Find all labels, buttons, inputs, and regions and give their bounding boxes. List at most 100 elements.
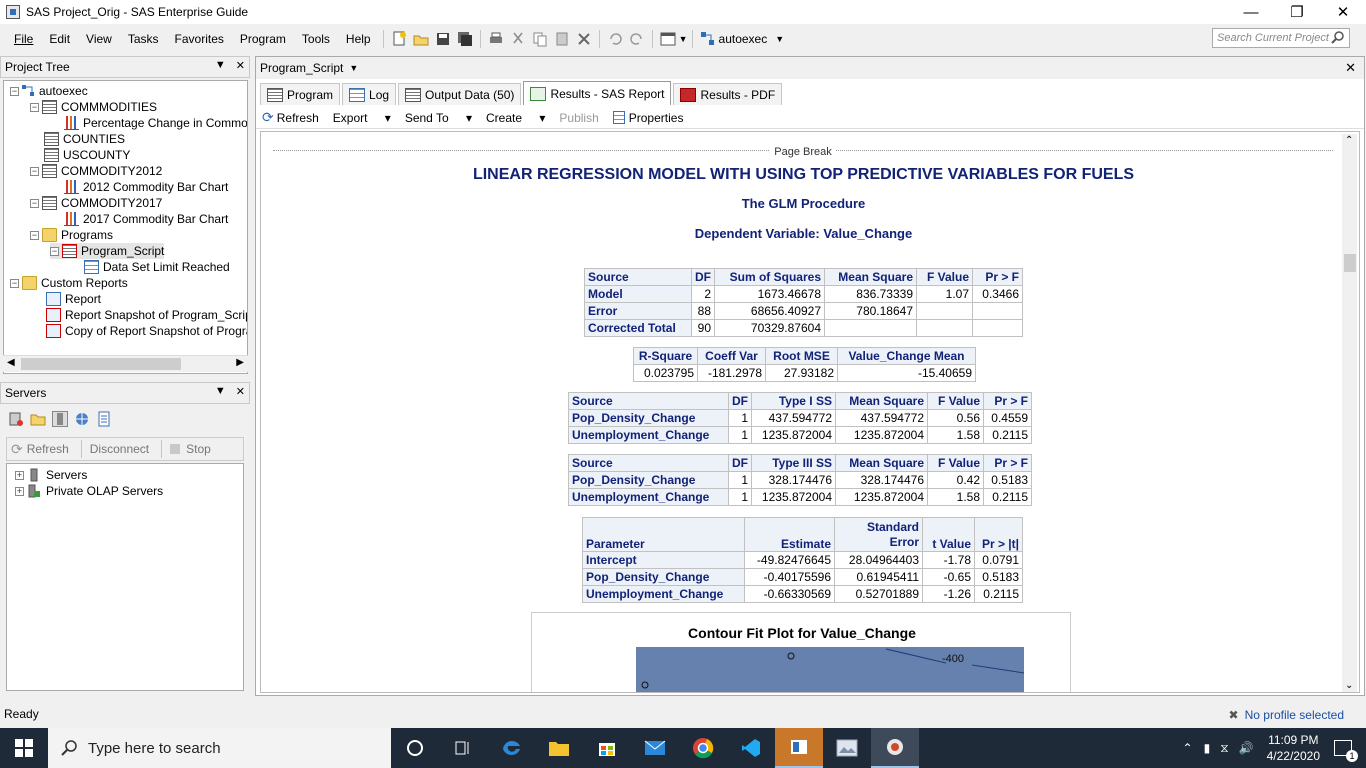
menu-view[interactable]: View	[78, 32, 120, 46]
tab-output-data[interactable]: Output Data (50)	[398, 83, 522, 105]
redo-icon[interactable]	[629, 31, 645, 47]
tree-item-2012-chart[interactable]: 2012 Commodity Bar Chart	[64, 179, 228, 195]
document-title[interactable]: Program_Script	[260, 61, 343, 75]
start-button[interactable]	[0, 728, 48, 768]
menu-program[interactable]: Program	[232, 32, 294, 46]
tree-item-data-set-limit[interactable]: Data Set Limit Reached	[84, 259, 230, 275]
volume-icon[interactable]: 🔊	[1239, 741, 1254, 755]
close-button[interactable]: ✕	[1320, 0, 1366, 24]
globe-icon[interactable]	[74, 411, 90, 427]
maximize-button[interactable]: ❐	[1274, 0, 1320, 24]
cortana-icon[interactable]	[391, 728, 439, 768]
clock[interactable]: 11:09 PM 4/22/2020	[1267, 732, 1320, 764]
report-send-to-button[interactable]: Send To ▾	[405, 111, 472, 125]
cut-icon[interactable]	[510, 31, 526, 47]
menu-tasks[interactable]: Tasks	[120, 32, 167, 46]
servers-disconnect-button[interactable]: Disconnect	[90, 442, 149, 456]
wifi-icon[interactable]: ⧖	[1220, 741, 1228, 756]
tree-item-commodity2017[interactable]: − COMMODITY2017	[30, 195, 162, 211]
tree-item-2017-chart[interactable]: 2017 Commodity Bar Chart	[64, 211, 228, 227]
battery-icon[interactable]: ▮	[1204, 741, 1211, 755]
tree-item-commodity2012[interactable]: − COMMODITY2012	[30, 163, 162, 179]
file-explorer-icon[interactable]	[535, 728, 583, 768]
menu-file[interactable]: File	[6, 32, 41, 46]
tree-item-programs[interactable]: − Programs	[30, 227, 113, 243]
paste-icon[interactable]	[554, 31, 570, 47]
close-icon[interactable]: ✕	[236, 385, 245, 398]
collapse-icon[interactable]: −	[30, 198, 39, 208]
server-list-icon[interactable]	[8, 411, 24, 427]
menu-edit[interactable]: Edit	[41, 32, 78, 46]
server-icon[interactable]	[52, 411, 68, 427]
mail-icon[interactable]	[631, 728, 679, 768]
chrome-icon[interactable]	[679, 728, 727, 768]
menu-tools[interactable]: Tools	[294, 32, 338, 46]
expand-icon[interactable]: +	[15, 486, 24, 496]
scrollbar-thumb[interactable]	[1344, 254, 1356, 272]
window-layout-icon[interactable]	[660, 31, 676, 47]
tree-item-custom-reports[interactable]: − Custom Reports	[10, 275, 128, 291]
chevron-down-icon[interactable]: ▼	[215, 59, 226, 72]
tree-item-program-script[interactable]: − Program_Script	[50, 243, 165, 259]
save-icon[interactable]	[435, 31, 451, 47]
tree-item-percentage-change[interactable]: Percentage Change in Commodity	[64, 115, 247, 131]
scroll-down-icon[interactable]: ⌄	[1345, 680, 1353, 691]
menu-favorites[interactable]: Favorites	[167, 32, 232, 46]
tree-item-report-snapshot[interactable]: Report Snapshot of Program_Script	[46, 307, 247, 323]
folder-icon[interactable]	[30, 411, 46, 427]
report-export-button[interactable]: Export ▾	[333, 111, 391, 125]
taskbar-search-input[interactable]: Type here to search	[48, 728, 391, 768]
sas-eg-taskbar-icon[interactable]	[775, 728, 823, 768]
tree-item-autoexec[interactable]: − autoexec	[10, 83, 88, 99]
collapse-icon[interactable]: −	[30, 230, 39, 240]
edge-icon[interactable]	[487, 728, 535, 768]
vscode-icon[interactable]	[727, 728, 775, 768]
collapse-icon[interactable]: −	[10, 86, 19, 96]
task-view-icon[interactable]	[439, 728, 487, 768]
scrollbar-thumb[interactable]	[21, 358, 181, 370]
print-icon[interactable]	[488, 31, 504, 47]
search-icon[interactable]	[1330, 30, 1346, 49]
document-list-icon[interactable]	[96, 411, 112, 427]
tab-program[interactable]: Program	[260, 83, 341, 105]
new-icon[interactable]	[391, 31, 407, 47]
chevron-up-icon[interactable]: ⌃	[1183, 741, 1193, 755]
chevron-down-icon[interactable]: ▼	[775, 34, 784, 44]
copy-icon[interactable]	[532, 31, 548, 47]
tab-results-sas-report[interactable]: Results - SAS Report	[523, 81, 672, 105]
save-all-icon[interactable]	[457, 31, 473, 47]
tree-item-report[interactable]: Report	[46, 291, 101, 307]
report-refresh-button[interactable]: Refresh	[277, 111, 319, 125]
tree-item-uscounty[interactable]: USCOUNTY	[44, 147, 130, 163]
close-document-icon[interactable]: ✕	[1345, 60, 1356, 76]
delete-icon[interactable]	[576, 31, 592, 47]
expand-icon[interactable]: +	[15, 470, 24, 480]
scroll-right-icon[interactable]: ▶	[236, 357, 244, 368]
project-tree-scrollbar[interactable]: ◀ ▶	[3, 355, 248, 372]
servers-refresh-button[interactable]: Refresh	[27, 442, 69, 456]
report-scrollbar[interactable]: ⌃ ⌄	[1342, 134, 1357, 692]
tree-item-commmodities[interactable]: − COMMMODITIES	[30, 99, 157, 115]
menu-help[interactable]: Help	[338, 32, 379, 46]
collapse-icon[interactable]: −	[10, 278, 19, 288]
snip-tool-icon[interactable]	[871, 728, 919, 768]
profile-status[interactable]: ✖ No profile selected	[1229, 706, 1344, 724]
report-create-button[interactable]: Create ▾	[486, 111, 545, 125]
open-icon[interactable]	[413, 31, 429, 47]
chevron-down-icon[interactable]: ▼	[679, 34, 688, 44]
close-icon[interactable]: ✕	[236, 59, 245, 72]
tree-item-copy-report-snapshot[interactable]: Copy of Report Snapshot of Program_	[46, 323, 247, 339]
collapse-icon[interactable]: −	[30, 166, 39, 176]
tree-item-olap-servers[interactable]: + Private OLAP Servers	[15, 483, 163, 499]
tab-log[interactable]: Log	[342, 83, 397, 105]
scroll-up-icon[interactable]: ⌃	[1345, 135, 1353, 146]
report-publish-button[interactable]: Publish	[559, 111, 598, 125]
scroll-left-icon[interactable]: ◀	[7, 357, 15, 368]
minimize-button[interactable]: —	[1228, 0, 1274, 24]
chevron-down-icon[interactable]: ▼	[349, 63, 358, 73]
report-properties-button[interactable]: Properties	[629, 111, 684, 125]
autoexec-selector[interactable]: autoexec	[719, 32, 768, 46]
tree-item-servers[interactable]: + Servers	[15, 467, 87, 483]
chevron-down-icon[interactable]: ▼	[215, 385, 226, 398]
servers-stop-button[interactable]: Stop	[186, 442, 211, 456]
